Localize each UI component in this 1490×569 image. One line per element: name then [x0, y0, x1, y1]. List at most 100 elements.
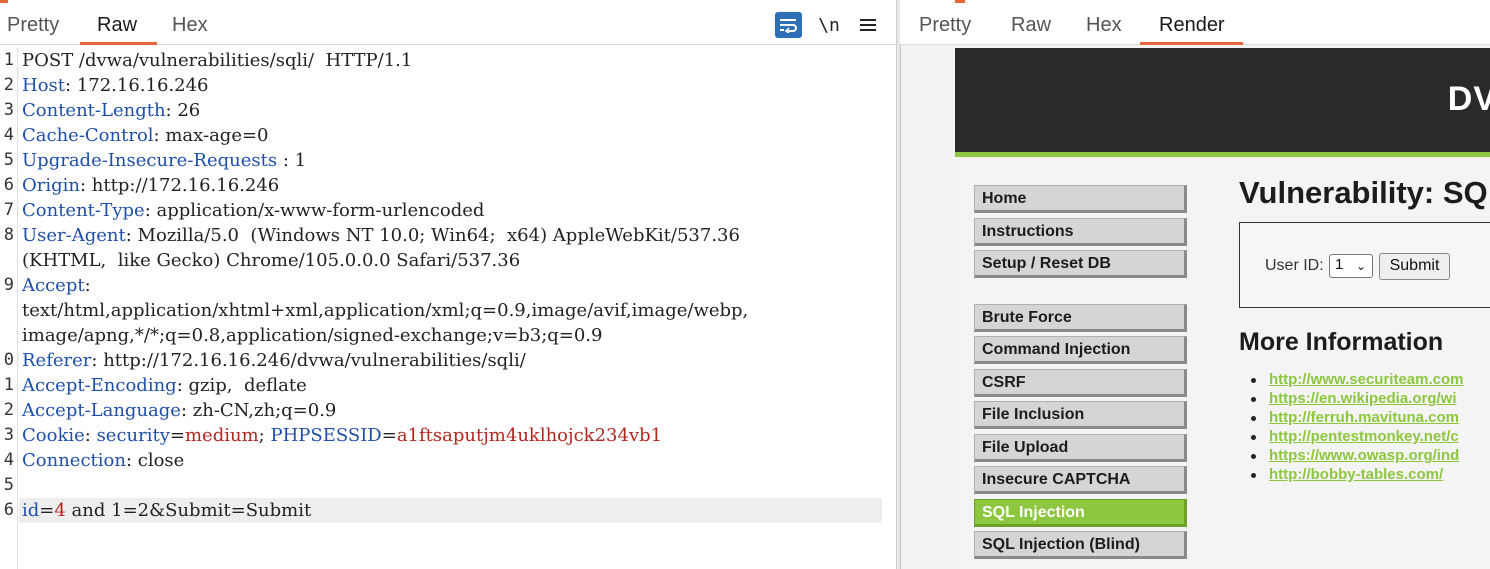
request-line: POST /dvwa/vulnerabilities/sqli/ HTTP/1.… — [22, 50, 413, 71]
bullet — [1251, 454, 1256, 459]
header-key: Content-Length — [22, 100, 166, 121]
bullet — [1251, 416, 1256, 421]
word-wrap-icon[interactable] — [775, 12, 802, 38]
header-key: Cache-Control — [22, 125, 154, 146]
nav-setup-reset-db[interactable]: Setup / Reset DB — [974, 250, 1187, 278]
line-number: 4 — [3, 125, 14, 145]
reference-link[interactable]: http://pentestmonkey.net/c — [1251, 428, 1459, 445]
line-number: 9 — [3, 275, 14, 295]
page-title: Vulnerability: SQ — [1239, 175, 1488, 210]
bullet — [1251, 397, 1256, 402]
request-pane: Pretty Raw Hex \n 1 2 3 4 5 6 7 8 9 0 1 … — [0, 0, 896, 569]
userid-label: User ID: — [1265, 257, 1324, 274]
line-number: 7 — [3, 200, 14, 220]
reference-link[interactable]: http://www.securiteam.com — [1251, 371, 1464, 388]
header-value: Mozilla/5.0 (Windows NT 10.0; Win64; x64… — [131, 225, 740, 246]
body-rest: and 1=2&Submit=Submit — [65, 500, 312, 521]
body-param-value: 4 — [54, 500, 66, 521]
header-continuation: text/html,application/xhtml+xml,applicat… — [22, 300, 749, 321]
line-number: 8 — [3, 225, 14, 245]
header-continuation: (KHTML, like Gecko) Chrome/105.0.0.0 Saf… — [22, 250, 521, 271]
line-number: 1 — [3, 375, 14, 395]
header-line-content-length: Content-Length: 26 — [22, 100, 201, 121]
tab-raw[interactable]: Raw — [1011, 14, 1051, 45]
line-number: 5 — [3, 475, 14, 495]
request-tab-bar: Pretty Raw Hex \n — [0, 0, 896, 45]
active-tab-underline — [80, 42, 157, 45]
newline-toggle-icon[interactable]: \n — [818, 12, 840, 38]
header-value: gzip, deflate — [182, 375, 307, 396]
header-line-user-agent: User-Agent: Mozilla/5.0 (Windows NT 10.0… — [22, 225, 740, 246]
reference-link[interactable]: http://bobby-tables.com/ — [1251, 466, 1443, 483]
nav-sql-injection-blind[interactable]: SQL Injection (Blind) — [974, 531, 1187, 559]
header-value: 172.16.16.246 — [71, 75, 209, 96]
userid-select[interactable]: 1 ⌄ — [1329, 254, 1373, 278]
line-number: 1 — [3, 50, 14, 70]
line-number: 4 — [3, 450, 14, 470]
bullet — [1251, 473, 1256, 478]
submit-button[interactable]: Submit — [1379, 253, 1450, 280]
bullet — [1251, 378, 1256, 383]
link-text: http://ferruh.mavituna.com — [1269, 409, 1460, 426]
nav-command-injection[interactable]: Command Injection — [974, 336, 1187, 364]
nav-insecure-captcha[interactable]: Insecure CAPTCHA — [974, 466, 1187, 494]
line-number: 0 — [3, 350, 14, 370]
tab-hex[interactable]: Hex — [172, 14, 208, 45]
header-line-origin: Origin: http://172.16.16.246 — [22, 175, 280, 196]
link-text: https://www.owasp.org/ind — [1269, 447, 1460, 464]
nav-csrf[interactable]: CSRF — [974, 369, 1187, 397]
reference-link[interactable]: https://www.owasp.org/ind — [1251, 447, 1460, 464]
header-continuation: image/apng,*/*;q=0.8,application/signed-… — [22, 325, 603, 346]
bullet — [1251, 435, 1256, 440]
header-key: Upgrade-Insecure-Requests — [22, 150, 278, 171]
nav-instructions[interactable]: Instructions — [974, 218, 1187, 246]
header-line-referer: Referer: http://172.16.16.246/dvwa/vulne… — [22, 350, 526, 371]
line-number: 6 — [3, 175, 14, 195]
tab-render[interactable]: Render — [1159, 14, 1225, 45]
header-key: User-Agent — [22, 225, 126, 246]
header-value: zh-CN,zh;q=0.9 — [187, 400, 337, 421]
header-key: Accept — [22, 275, 85, 296]
nav-sql-injection[interactable]: SQL Injection — [974, 499, 1187, 527]
header-key: Accept-Language — [22, 400, 181, 421]
nav-file-upload[interactable]: File Upload — [974, 434, 1187, 462]
header-key: Content-Type — [22, 200, 145, 221]
link-text: http://pentestmonkey.net/c — [1269, 428, 1459, 445]
menu-icon[interactable] — [858, 12, 878, 38]
header-key: Referer — [22, 350, 92, 371]
header-line-accept: Accept: — [22, 275, 91, 296]
line-number: 6 — [3, 500, 14, 520]
select-value: 1 — [1335, 256, 1344, 273]
line-number: 3 — [3, 425, 14, 445]
dvwa-header: DV — [955, 48, 1490, 152]
dvwa-body: Home Instructions Setup / Reset DB Brute… — [955, 157, 1490, 569]
tab-raw[interactable]: Raw — [97, 14, 137, 45]
nav-brute-force[interactable]: Brute Force — [974, 304, 1187, 332]
reference-link[interactable]: http://ferruh.mavituna.com — [1251, 409, 1460, 426]
header-key: Connection — [22, 450, 126, 471]
header-key: Host — [22, 75, 66, 96]
more-info-heading: More Information — [1239, 328, 1444, 356]
tab-hex[interactable]: Hex — [1086, 14, 1122, 45]
cookie-value: medium — [184, 425, 259, 446]
header-line-connection: Connection: close — [22, 450, 185, 471]
chevron-down-icon: ⌄ — [1355, 259, 1366, 273]
tab-pretty[interactable]: Pretty — [7, 14, 59, 45]
line-number: 2 — [3, 400, 14, 420]
line-number: 5 — [3, 150, 14, 170]
link-text: http://www.securiteam.com — [1269, 371, 1464, 388]
nav-file-inclusion[interactable]: File Inclusion — [974, 401, 1187, 429]
header-line-upgrade-insecure: Upgrade-Insecure-Requests : 1 — [22, 150, 307, 171]
line-number: 3 — [3, 100, 14, 120]
header-value: close — [132, 450, 185, 471]
reference-link[interactable]: https://en.wikipedia.org/wi — [1251, 390, 1457, 407]
header-line-host: Host: 172.16.16.246 — [22, 75, 209, 96]
tab-pretty[interactable]: Pretty — [919, 14, 971, 45]
header-line-cache-control: Cache-Control: max-age=0 — [22, 125, 269, 146]
header-value: application/x-www-form-urlencoded — [150, 200, 485, 221]
request-editor[interactable]: 1 2 3 4 5 6 7 8 9 0 1 2 3 4 5 6 POST /dv… — [0, 47, 896, 569]
cookie-value: a1ftsaputjm4uklhojck234vb1 — [396, 425, 663, 446]
nav-home[interactable]: Home — [974, 185, 1187, 213]
header-key: Cookie — [22, 425, 85, 446]
header-value: 26 — [171, 100, 201, 121]
